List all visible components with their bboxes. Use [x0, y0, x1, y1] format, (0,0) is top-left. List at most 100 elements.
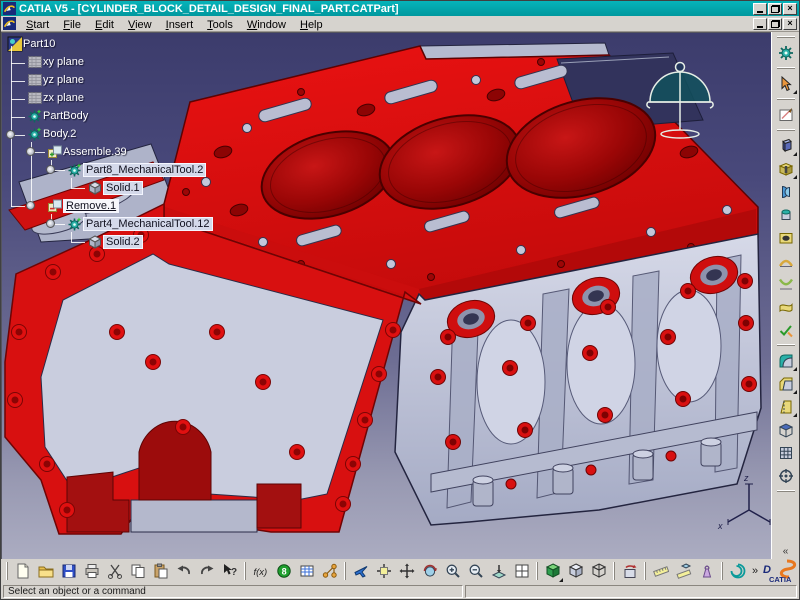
document-restore-button[interactable]: [768, 18, 782, 30]
print-button[interactable]: [80, 560, 103, 583]
whats-this-button[interactable]: [218, 560, 241, 583]
document-minimize-button[interactable]: [753, 18, 767, 30]
loft-button[interactable]: [774, 295, 798, 318]
save-button[interactable]: [57, 560, 80, 583]
tree-item-label[interactable]: Solid.1: [103, 181, 143, 195]
tree-item-part4-mechanicaltool-12[interactable]: Part4_MechanicalTool.12: [67, 216, 213, 232]
tree-item-label[interactable]: Remove.1: [63, 199, 119, 213]
menu-insert[interactable]: Insert: [159, 18, 201, 32]
pan-button[interactable]: [395, 560, 418, 583]
open-button[interactable]: [34, 560, 57, 583]
restore-button[interactable]: [768, 3, 782, 15]
tree-item-label[interactable]: xy plane: [43, 56, 84, 68]
dropdown-arrow-icon[interactable]: [793, 390, 797, 394]
dropdown-arrow-icon[interactable]: [559, 578, 563, 582]
multi-view-button[interactable]: [510, 560, 533, 583]
cut-button[interactable]: [103, 560, 126, 583]
zoom-in-button[interactable]: [441, 560, 464, 583]
minimize-button[interactable]: [753, 3, 767, 15]
tree-item-part10[interactable]: Part10: [7, 36, 55, 52]
tree-item-label[interactable]: PartBody: [43, 110, 88, 122]
swap-visible-space-button[interactable]: [618, 560, 641, 583]
menu-help[interactable]: Help: [293, 18, 330, 32]
dropdown-arrow-icon[interactable]: [793, 367, 797, 371]
toolbar-grip[interactable]: [777, 36, 795, 38]
tree-item-label[interactable]: zx plane: [43, 92, 84, 104]
shaft-button[interactable]: [774, 180, 798, 203]
part-design-workbench-button[interactable]: [774, 41, 798, 64]
tree-item-remove-1[interactable]: Remove.1: [47, 198, 119, 214]
menu-window[interactable]: Window: [240, 18, 293, 32]
toolbar-grip[interactable]: [244, 562, 246, 580]
dropdown-arrow-icon[interactable]: [793, 90, 797, 94]
fly-mode-button[interactable]: [349, 560, 372, 583]
fit-all-in-button[interactable]: [372, 560, 395, 583]
tree-item-xy-plane[interactable]: xy plane: [27, 54, 84, 70]
dropdown-arrow-icon[interactable]: [793, 175, 797, 179]
tree-item-label[interactable]: Part8_MechanicalTool.2: [83, 163, 206, 177]
tree-item-assemble-39[interactable]: Assemble.39: [47, 144, 127, 160]
tree-expand-node[interactable]: [26, 201, 35, 210]
tree-expand-node[interactable]: [46, 219, 55, 228]
toolbar-grip[interactable]: [777, 490, 795, 492]
shell-button[interactable]: [774, 418, 798, 441]
chamfer-button[interactable]: [774, 372, 798, 395]
command-field[interactable]: [465, 585, 797, 598]
document-close-button[interactable]: ×: [783, 18, 797, 30]
new-document-button[interactable]: [11, 560, 34, 583]
tree-item-label[interactable]: Assemble.39: [63, 146, 127, 158]
tree-item-label[interactable]: Body.2: [43, 128, 76, 140]
tree-expand-node[interactable]: [26, 147, 35, 156]
wireframe-view-button[interactable]: [587, 560, 610, 583]
toolbar-grip[interactable]: [777, 98, 795, 100]
normal-view-button[interactable]: [487, 560, 510, 583]
3d-viewport[interactable]: z x y: [1, 32, 773, 559]
design-table-button[interactable]: [295, 560, 318, 583]
measure-inertia-button[interactable]: [695, 560, 718, 583]
tree-item-label[interactable]: Solid.2: [103, 235, 143, 249]
circular-pattern-button[interactable]: [774, 464, 798, 487]
tree-item-solid-1[interactable]: Solid.1: [87, 180, 143, 196]
redo-button[interactable]: [195, 560, 218, 583]
zoom-out-button[interactable]: [464, 560, 487, 583]
close-button[interactable]: ×: [783, 3, 797, 15]
tree-item-body-2[interactable]: Body.2: [27, 126, 76, 142]
paste-button[interactable]: [149, 560, 172, 583]
menu-view[interactable]: View: [121, 18, 159, 32]
knowledgeware-button[interactable]: [272, 560, 295, 583]
undo-button[interactable]: [172, 560, 195, 583]
toolbar-grip[interactable]: [721, 562, 723, 580]
edge-fillet-button[interactable]: [774, 349, 798, 372]
slot-button[interactable]: [774, 272, 798, 295]
toolbar-grip[interactable]: [344, 562, 346, 580]
toolbar-grip[interactable]: [613, 562, 615, 580]
pocket-button[interactable]: [774, 157, 798, 180]
pad-button[interactable]: [774, 134, 798, 157]
rotate-button[interactable]: [418, 560, 441, 583]
toolbar-grip[interactable]: [777, 129, 795, 131]
toolbar-grip[interactable]: [536, 562, 538, 580]
sketcher-button[interactable]: [774, 103, 798, 126]
measure-item-button[interactable]: [672, 560, 695, 583]
formula-button[interactable]: [249, 560, 272, 583]
menu-start[interactable]: Start: [19, 18, 56, 32]
toolbar-grip[interactable]: [777, 344, 795, 346]
copy-button[interactable]: [126, 560, 149, 583]
tree-expand-node[interactable]: [46, 165, 55, 174]
shading-edges-view-button[interactable]: [564, 560, 587, 583]
toolbar-grip[interactable]: [777, 67, 795, 69]
tree-item-solid-2[interactable]: Solid.2: [87, 234, 143, 250]
hole-button[interactable]: [774, 226, 798, 249]
select-button[interactable]: [774, 72, 798, 95]
more-toolbars-indicator[interactable]: «: [783, 546, 789, 557]
toolbar-grip[interactable]: [644, 562, 646, 580]
tree-item-partbody[interactable]: PartBody: [27, 108, 88, 124]
tree-item-label[interactable]: Part10: [23, 38, 55, 50]
measure-between-button[interactable]: [649, 560, 672, 583]
dropdown-arrow-icon[interactable]: [793, 152, 797, 156]
shaded-view-button[interactable]: [541, 560, 564, 583]
rib-button[interactable]: [774, 249, 798, 272]
menu-file[interactable]: File: [56, 18, 88, 32]
groove-button[interactable]: [774, 203, 798, 226]
menu-edit[interactable]: Edit: [88, 18, 121, 32]
